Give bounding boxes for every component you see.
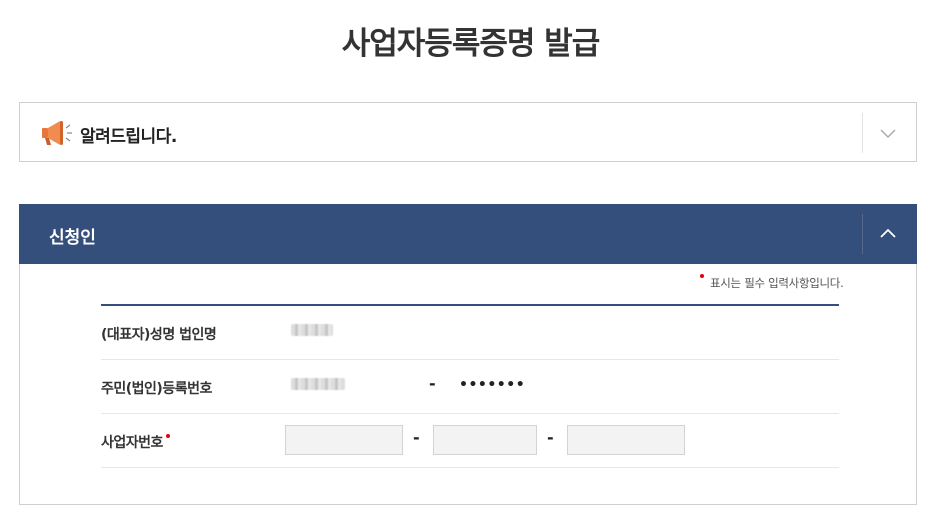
form-row-business-number: 사업자번호 - - <box>101 414 839 468</box>
notice-label: 알려드립니다. <box>80 127 177 147</box>
applicant-section: 신청인 표시는 필수 입력사항입니다. (대표자)성명 법인명 주민(법인)등록… <box>19 204 917 505</box>
row-label-business-number: 사업자번호 <box>101 432 170 452</box>
bn-separator-2: - <box>547 428 554 447</box>
bn-separator-1: - <box>413 428 420 447</box>
applicant-title: 신청인 <box>49 228 96 248</box>
id-separator: - <box>429 374 436 393</box>
required-note: 표시는 필수 입력사항입니다. <box>700 274 844 291</box>
form-row-id: 주민(법인)등록번호 - ••••••• <box>101 360 839 414</box>
row-label-id: 주민(법인)등록번호 <box>101 381 212 397</box>
business-number-part2[interactable] <box>433 425 537 455</box>
row-label-name: (대표자)성명 법인명 <box>101 327 217 343</box>
redacted-name <box>291 324 333 336</box>
notice-panel[interactable]: 알려드립니다. <box>19 102 917 162</box>
form-row-name: (대표자)성명 법인명 <box>101 306 839 360</box>
megaphone-icon <box>42 121 72 145</box>
business-number-part1[interactable] <box>285 425 403 455</box>
id-masked-suffix: ••••••• <box>459 377 526 393</box>
applicant-header[interactable]: 신청인 <box>19 204 917 264</box>
page-title: 사업자등록증명 발급 <box>341 26 600 62</box>
required-star-icon <box>165 434 170 438</box>
required-dot-icon <box>700 274 704 278</box>
chevron-up-icon[interactable] <box>877 222 899 244</box>
business-number-part3[interactable] <box>567 425 685 455</box>
notice-divider <box>862 113 863 153</box>
applicant-form: (대표자)성명 법인명 주민(법인)등록번호 - ••••••• 사업자번호 -… <box>101 304 839 468</box>
header-divider <box>862 214 863 254</box>
redacted-id-prefix <box>291 378 345 390</box>
chevron-down-icon[interactable] <box>878 123 898 143</box>
